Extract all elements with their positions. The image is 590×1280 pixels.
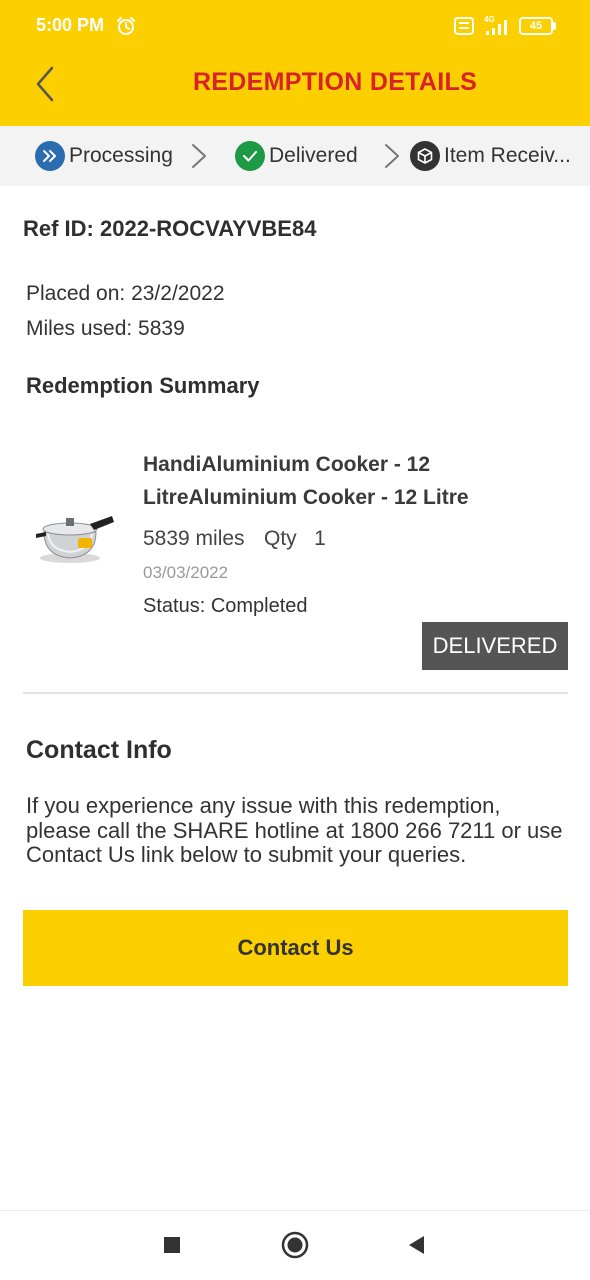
signal-icon: 4G [484,15,507,35]
item-name: HandiAluminium Cooker - 12 LitreAluminiu… [143,453,469,509]
section-divider [23,692,568,694]
recents-icon[interactable] [164,1237,180,1253]
item-miles: 5839 miles [143,527,245,550]
step-delivered: Delivered [235,140,358,172]
order-status-tracker: Processing Delivered Item Receiv... [0,126,590,186]
home-icon[interactable] [281,1231,309,1259]
placed-on-date: Placed on: 23/2/2022 [26,282,225,305]
step-label: Delivered [269,144,358,167]
double-chevron-icon [35,141,65,171]
contact-info-text: If you experience any issue with this re… [26,793,563,867]
miles-used: Miles used: 5839 [26,317,185,340]
app-header: 5:00 PM 4G 45 REDEMPTION DETAILS [0,0,590,126]
step-label: Item Receiv... [444,144,571,167]
redemption-summary-title: Redemption Summary [26,373,260,398]
svg-text:4G: 4G [484,15,495,24]
system-navigation-bar [0,1210,590,1280]
chevron-left-icon [36,66,54,102]
chevron-right-icon [192,144,206,168]
page-title: REDEMPTION DETAILS [192,68,478,96]
package-icon [410,141,440,171]
ref-id: Ref ID: 2022-ROCVAYVBE84 [23,216,317,241]
check-icon [235,141,265,171]
item-date: 03/03/2022 [143,563,229,582]
back-icon[interactable] [406,1234,426,1256]
item-status: Status: Completed [143,595,308,617]
battery-level: 45 [529,20,543,32]
chevron-right-icon [385,144,399,168]
step-label: Processing [69,144,173,167]
step-item-received: Item Receiv... [410,140,571,172]
battery-icon: 45 [519,17,557,35]
status-bar: 5:00 PM 4G 45 [0,0,590,52]
back-button[interactable] [28,62,64,106]
delivered-status-badge: DELIVERED [422,622,568,670]
contact-us-button[interactable]: Contact Us [23,910,568,986]
step-processing: Processing [35,140,173,172]
alarm-icon [117,17,135,35]
volte-icon [454,17,474,35]
product-image-pressure-cooker [36,516,114,563]
item-quantity: Qty 1 [264,527,326,550]
contact-info-title: Contact Info [26,736,172,764]
status-time: 5:00 PM [36,15,105,35]
